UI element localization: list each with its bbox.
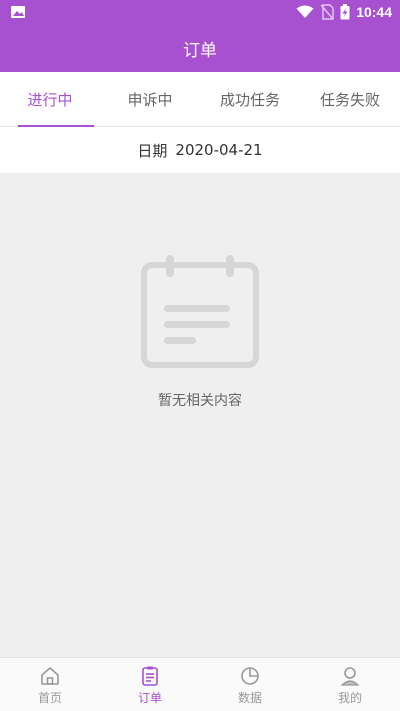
order-status-tabs: 进行中 申诉中 成功任务 任务失败 xyxy=(0,72,400,127)
tab-appealing[interactable]: 申诉中 xyxy=(100,72,200,126)
date-filter[interactable]: 日期 2020-04-21 xyxy=(0,127,400,173)
nav-orders[interactable]: 订单 xyxy=(100,658,200,711)
image-notification-icon xyxy=(11,6,25,18)
empty-state: 暂无相关内容 xyxy=(0,173,400,657)
user-icon xyxy=(340,666,360,686)
clock-time: 10:44 xyxy=(356,4,392,20)
screen: 10:44 订单 进行中 申诉中 成功任务 任务失败 日期 2020-04-21 xyxy=(0,0,400,711)
order-icon xyxy=(142,666,158,686)
tab-in-progress[interactable]: 进行中 xyxy=(0,72,100,127)
status-bar: 10:44 xyxy=(0,0,400,24)
nav-label: 数据 xyxy=(237,690,262,705)
wifi-icon xyxy=(296,5,314,18)
home-icon xyxy=(41,666,59,685)
tab-label: 成功任务 xyxy=(219,90,280,109)
date-label: 日期 xyxy=(137,141,168,160)
nav-label: 订单 xyxy=(137,690,162,705)
date-value: 2020-04-21 xyxy=(175,141,263,159)
tab-successful-tasks[interactable]: 成功任务 xyxy=(200,72,300,126)
tab-label: 申诉中 xyxy=(127,90,173,109)
app-header: 订单 xyxy=(0,24,400,72)
page-title: 订单 xyxy=(183,40,217,61)
no-sim-icon xyxy=(320,4,334,20)
status-icons: 10:44 xyxy=(296,3,392,21)
bottom-navigation: 首页 订单 数据 我的 xyxy=(0,657,400,711)
empty-clipboard-icon xyxy=(141,255,259,368)
nav-label: 我的 xyxy=(337,690,362,705)
tab-label: 进行中 xyxy=(27,90,73,109)
battery-charging-icon xyxy=(340,4,350,20)
nav-data[interactable]: 数据 xyxy=(200,658,300,711)
nav-profile[interactable]: 我的 xyxy=(300,658,400,711)
tab-label: 任务失败 xyxy=(319,90,380,109)
nav-home[interactable]: 首页 xyxy=(0,658,100,711)
tab-failed-tasks[interactable]: 任务失败 xyxy=(300,72,400,126)
pie-chart-icon xyxy=(241,666,259,685)
nav-label: 首页 xyxy=(37,690,62,705)
empty-message: 暂无相关内容 xyxy=(158,393,242,409)
